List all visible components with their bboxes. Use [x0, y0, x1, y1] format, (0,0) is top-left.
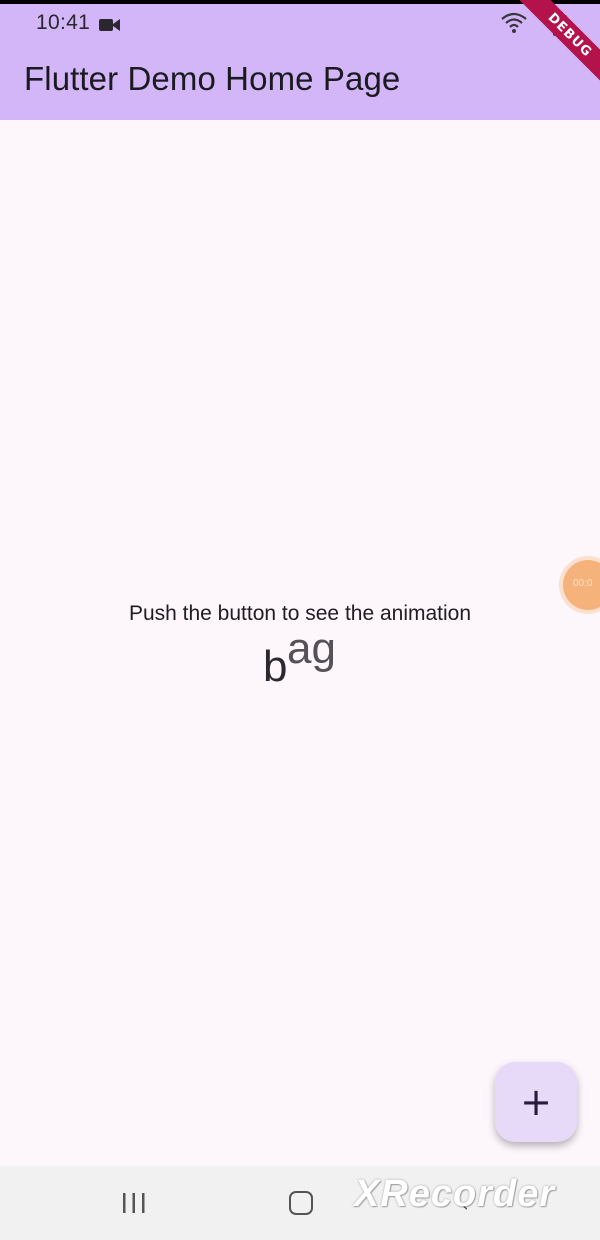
xrecorder-watermark: XRecorder: [354, 1173, 556, 1215]
status-bar: 10:41: [0, 4, 600, 40]
app-bar: 10:41 Flutter Demo Home Page DEBUG: [0, 0, 600, 120]
home-icon[interactable]: [289, 1191, 313, 1215]
page-title: Flutter Demo Home Page: [24, 60, 401, 97]
screen: 10:41 Flutter Demo Home Page DEBUG Push …: [0, 0, 600, 1240]
fab-add-button[interactable]: +: [495, 1062, 577, 1142]
wifi-icon: [501, 12, 527, 33]
plus-icon: +: [520, 1080, 552, 1124]
animated-word-base: b: [263, 642, 288, 691]
status-time: 10:41: [36, 11, 91, 34]
video-icon: [99, 19, 120, 31]
instruction-text: Push the button to see the animation: [128, 602, 472, 625]
recents-icon[interactable]: [122, 1192, 146, 1214]
recorder-bubble-text: 00:0: [573, 578, 593, 589]
animated-word-raised: ag: [287, 624, 336, 673]
animated-word: b ag: [263, 624, 343, 691]
